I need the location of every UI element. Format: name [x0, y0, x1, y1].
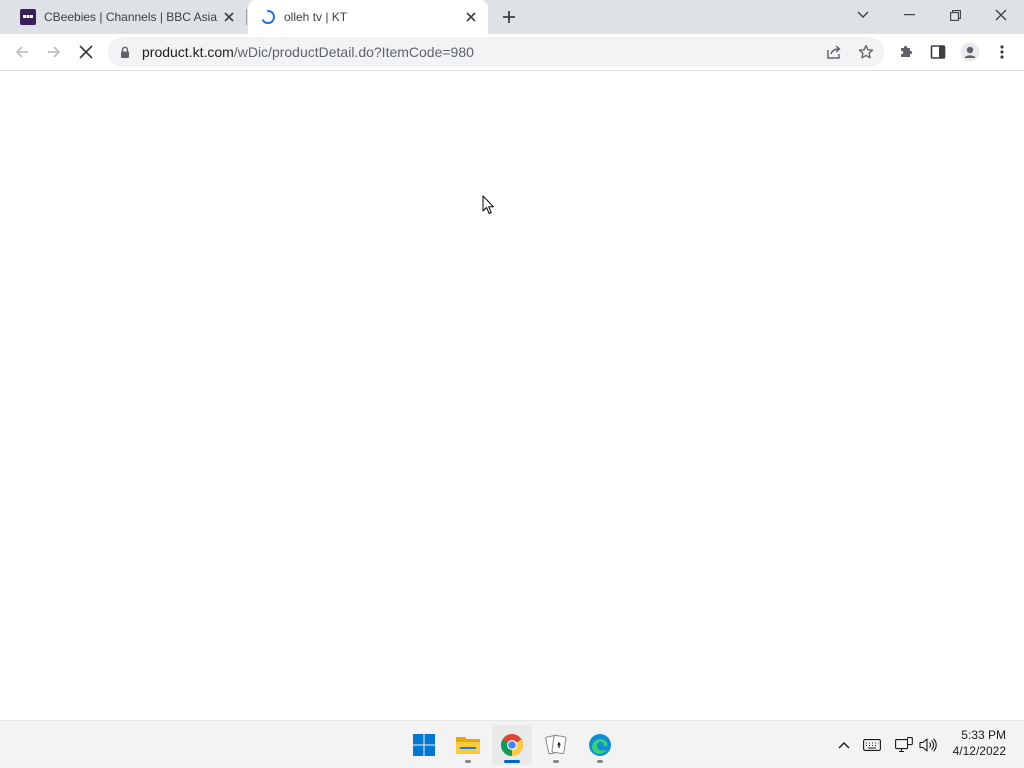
- edge-icon: [589, 734, 611, 756]
- tab-search-button[interactable]: [840, 0, 886, 30]
- forward-button[interactable]: [39, 37, 69, 67]
- clock-date: 4/12/2022: [952, 744, 1006, 758]
- back-button[interactable]: [7, 37, 37, 67]
- close-tab-icon[interactable]: [461, 7, 481, 27]
- profile-button[interactable]: [955, 37, 985, 67]
- restore-icon: [949, 9, 961, 21]
- running-indicator: [465, 760, 471, 763]
- show-hidden-icons-button[interactable]: [832, 733, 856, 757]
- touch-keyboard-button[interactable]: [860, 733, 884, 757]
- running-indicator: [553, 760, 559, 763]
- solitaire-button[interactable]: [536, 725, 576, 765]
- keyboard-icon: [863, 739, 881, 751]
- tab-olleh-tv[interactable]: olleh tv | KT: [248, 0, 488, 34]
- tab-strip: CBeebies | Channels | BBC Asia olleh tv …: [0, 0, 1024, 34]
- windows-logo-icon: [413, 734, 435, 756]
- loading-spinner-icon: [260, 9, 276, 25]
- chrome-button[interactable]: [492, 725, 532, 765]
- page-content: [0, 71, 1024, 720]
- stop-loading-button[interactable]: [71, 37, 101, 67]
- url-host: product.kt.com: [142, 44, 234, 60]
- folder-icon: [456, 737, 480, 754]
- network-button[interactable]: [892, 733, 916, 757]
- minimize-icon: [903, 14, 915, 16]
- share-icon: [827, 45, 841, 59]
- close-icon: [79, 45, 93, 59]
- network-icon: [895, 737, 913, 753]
- restore-button[interactable]: [932, 0, 978, 30]
- tab-cbeebies[interactable]: CBeebies | Channels | BBC Asia: [8, 0, 246, 34]
- side-panel-button[interactable]: [923, 37, 953, 67]
- windows-taskbar: 5:33 PM 4/12/2022: [0, 720, 1024, 768]
- chevron-down-icon: [857, 11, 869, 18]
- chevron-up-icon: [838, 742, 850, 749]
- start-button[interactable]: [404, 725, 444, 765]
- arrow-left-icon: [15, 46, 28, 58]
- kebab-menu-icon: [1000, 45, 1004, 59]
- lock-icon[interactable]: [118, 44, 132, 60]
- bookmark-button[interactable]: [854, 40, 878, 64]
- tab-title: olleh tv | KT: [284, 10, 348, 24]
- star-icon: [858, 44, 874, 59]
- url-text[interactable]: product.kt.com/wDic/productDetail.do?Ite…: [142, 44, 474, 60]
- share-button[interactable]: [822, 40, 846, 64]
- speaker-icon: [919, 738, 937, 752]
- cards-icon: [545, 734, 567, 755]
- file-explorer-button[interactable]: [448, 725, 488, 765]
- menu-button[interactable]: [987, 37, 1017, 67]
- extensions-button[interactable]: [891, 37, 921, 67]
- address-bar[interactable]: product.kt.com/wDic/productDetail.do?Ite…: [108, 37, 884, 67]
- close-icon: [995, 9, 1007, 21]
- plus-icon: [503, 11, 515, 23]
- side-panel-icon: [930, 45, 946, 59]
- minimize-button[interactable]: [886, 0, 932, 30]
- active-indicator: [504, 760, 520, 763]
- avatar-icon: [960, 42, 980, 62]
- close-tab-icon[interactable]: [219, 7, 239, 27]
- clock-time: 5:33 PM: [961, 728, 1006, 742]
- puzzle-icon: [901, 45, 913, 57]
- browser-toolbar: product.kt.com/wDic/productDetail.do?Ite…: [0, 34, 1024, 71]
- mouse-cursor-icon: [482, 195, 494, 214]
- edge-button[interactable]: [580, 725, 620, 765]
- running-indicator: [597, 760, 603, 763]
- system-clock[interactable]: 5:33 PM 4/12/2022: [944, 727, 1014, 759]
- tab-separator: [246, 9, 247, 25]
- arrow-right-icon: [48, 46, 61, 58]
- close-window-button[interactable]: [978, 0, 1024, 30]
- volume-button[interactable]: [916, 733, 940, 757]
- tab-title: CBeebies | Channels | BBC Asia: [44, 10, 217, 24]
- url-path: /wDic/productDetail.do?ItemCode=980: [233, 44, 474, 60]
- new-tab-button[interactable]: [497, 5, 521, 29]
- chrome-icon: [501, 734, 523, 756]
- bbc-favicon-icon: [20, 9, 36, 25]
